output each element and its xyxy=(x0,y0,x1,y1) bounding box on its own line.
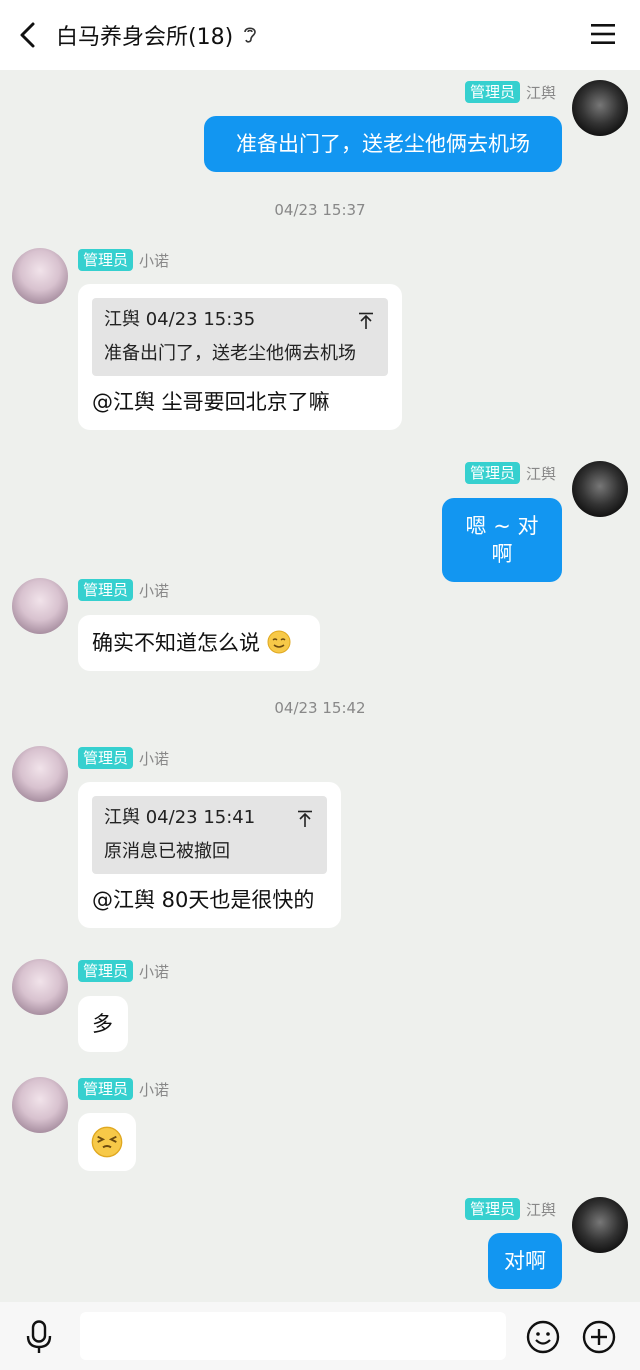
message-meta: 管理员 江舆 xyxy=(464,80,556,104)
menu-icon[interactable] xyxy=(590,22,616,46)
sender-name: 江舆 xyxy=(525,464,556,483)
sender-name: 小诺 xyxy=(139,581,170,600)
message-meta: 管理员 小诺 xyxy=(78,248,169,272)
smile-emoji-icon xyxy=(267,630,291,654)
page-title[interactable]: 白马养身会所(18) xyxy=(56,19,233,51)
role-badge: 管理员 xyxy=(464,462,520,484)
title-wrap: 白马养身会所(18) xyxy=(56,18,259,52)
quoted-message[interactable]: 江舆 04/23 15:41 原消息已被撤回 xyxy=(92,796,327,874)
quote-header: 江舆 04/23 15:41 xyxy=(104,807,256,828)
back-arrow-icon[interactable] xyxy=(14,20,44,50)
role-badge: 管理员 xyxy=(78,249,134,271)
message-text: @江舆 尘哥要回北京了嘛 xyxy=(92,390,330,414)
message-text: 确实不知道怎么说 xyxy=(92,631,260,655)
message-bubble[interactable]: 对啊 xyxy=(488,1233,562,1289)
ear-icon xyxy=(244,27,256,43)
message-text: 多 xyxy=(92,1012,113,1036)
message-bubble[interactable]: 准备出门了，送老尘他俩去机场 xyxy=(204,116,562,172)
role-badge: 管理员 xyxy=(78,579,134,601)
sender-name: 小诺 xyxy=(139,251,170,270)
scroll-to-top-icon[interactable] xyxy=(358,312,374,330)
quote-body: 原消息已被撤回 xyxy=(104,841,230,862)
message-meta: 管理员 小诺 xyxy=(78,578,169,602)
squint-emoji-icon xyxy=(91,1126,123,1158)
message-text: 嗯 ~ 对啊 xyxy=(465,514,539,566)
avatar[interactable] xyxy=(12,746,68,802)
sender-name: 江舆 xyxy=(525,1200,556,1219)
scroll-to-top-icon[interactable] xyxy=(297,810,313,828)
input-bar xyxy=(0,1302,640,1370)
role-badge: 管理员 xyxy=(78,747,134,769)
timestamp: 04/23 15:42 xyxy=(274,699,366,717)
avatar[interactable] xyxy=(572,80,628,136)
message-bubble[interactable]: 确实不知道怎么说 xyxy=(78,615,320,671)
quote-body: 准备出门了，送老尘他俩去机场 xyxy=(104,343,356,364)
message-meta: 管理员 江舆 xyxy=(464,1197,556,1221)
avatar[interactable] xyxy=(12,959,68,1015)
message-meta: 管理员 小诺 xyxy=(78,1077,169,1101)
microphone-icon[interactable] xyxy=(24,1320,54,1354)
message-meta: 管理员 江舆 xyxy=(464,461,556,485)
message-bubble[interactable] xyxy=(78,1113,136,1171)
message-text: 对啊 xyxy=(504,1249,546,1273)
timestamp: 04/23 15:37 xyxy=(274,201,366,219)
role-badge: 管理员 xyxy=(464,81,520,103)
sender-name: 江舆 xyxy=(525,83,556,102)
smiley-icon[interactable] xyxy=(526,1320,560,1354)
role-badge: 管理员 xyxy=(78,1078,134,1100)
role-badge: 管理员 xyxy=(464,1198,520,1220)
message-bubble[interactable]: 江舆 04/23 15:35 准备出门了，送老尘他俩去机场 @江舆 尘哥要回北京… xyxy=(78,284,402,430)
sender-name: 小诺 xyxy=(139,1080,170,1099)
message-meta: 管理员 小诺 xyxy=(78,959,169,983)
plus-circle-icon[interactable] xyxy=(582,1320,616,1354)
avatar[interactable] xyxy=(12,1077,68,1133)
avatar[interactable] xyxy=(572,461,628,517)
message-bubble[interactable]: 江舆 04/23 15:41 原消息已被撤回 @江舆 80天也是很快的 xyxy=(78,782,341,928)
message-bubble[interactable]: 多 xyxy=(78,996,128,1052)
message-input[interactable] xyxy=(80,1312,506,1360)
message-bubble[interactable]: 嗯 ~ 对啊 xyxy=(442,498,562,582)
avatar[interactable] xyxy=(12,248,68,304)
sender-name: 小诺 xyxy=(139,749,170,768)
avatar[interactable] xyxy=(12,578,68,634)
message-meta: 管理员 小诺 xyxy=(78,746,169,770)
quote-header: 江舆 04/23 15:35 xyxy=(104,309,256,330)
sender-name: 小诺 xyxy=(139,962,170,981)
role-badge: 管理员 xyxy=(78,960,134,982)
quoted-message[interactable]: 江舆 04/23 15:35 准备出门了，送老尘他俩去机场 xyxy=(92,298,388,376)
message-text: @江舆 80天也是很快的 xyxy=(92,888,315,912)
avatar[interactable] xyxy=(572,1197,628,1253)
chat-header: 白马养身会所(18) xyxy=(0,0,640,70)
message-list[interactable]: 管理员 江舆 准备出门了，送老尘他俩去机场 04/23 15:37 管理员 小诺… xyxy=(0,70,640,1302)
message-text: 准备出门了，送老尘他俩去机场 xyxy=(236,132,530,156)
